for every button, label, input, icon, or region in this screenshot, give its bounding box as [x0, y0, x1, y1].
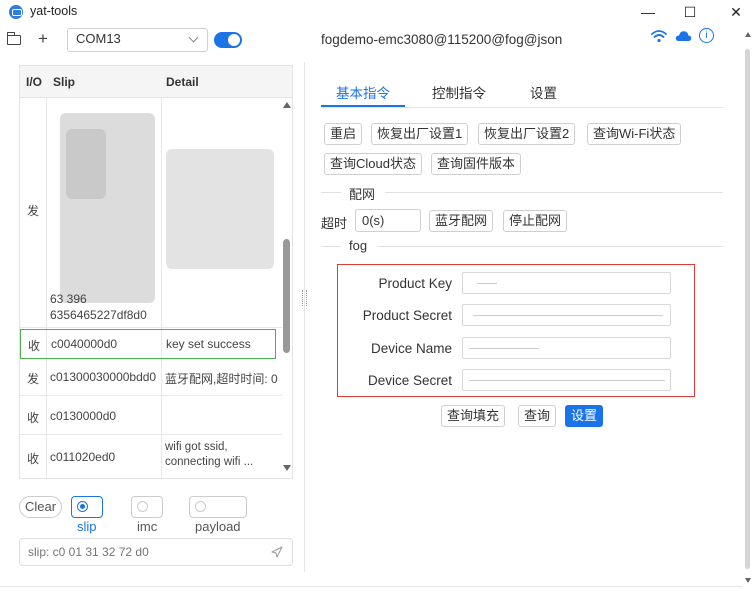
reboot-button[interactable]: 重启 [324, 123, 363, 145]
filter-imc-label: imc [137, 519, 158, 534]
blurred-content [66, 129, 106, 199]
row-detail: key set success [166, 337, 251, 351]
panel-splitter[interactable] [304, 62, 305, 572]
scroll-down-icon[interactable] [745, 578, 751, 583]
add-icon[interactable]: + [38, 29, 48, 49]
scroll-down-icon[interactable] [283, 465, 291, 471]
row-detail: 蓝牙配网,超时时间: 0 [165, 372, 278, 386]
device-secret-label: Device Secret [367, 373, 452, 388]
scroll-thumb[interactable] [283, 239, 290, 353]
filter-payload-label: payload [195, 519, 241, 534]
table-row-highlighted[interactable]: 收 c0040000d0 key set success [20, 329, 276, 359]
row-slip: 63 396 6356465227df8d0 [50, 292, 147, 322]
scroll-up-icon[interactable] [283, 102, 291, 108]
filter-imc[interactable]: imc [131, 496, 164, 534]
table-row[interactable]: 收 c0130000d0 [20, 397, 282, 435]
tab-settings[interactable]: 设置 [530, 82, 557, 102]
connect-toggle[interactable] [214, 32, 242, 48]
row-io: 发 [27, 372, 40, 386]
row-slip: c011020ed0 [50, 450, 116, 464]
tab-basic[interactable]: 基本指令 [336, 82, 390, 102]
splitter-grip-icon[interactable] [302, 290, 307, 306]
send-icon[interactable] [271, 546, 283, 558]
info-icon[interactable]: i [699, 28, 714, 43]
window-title: yat-tools [30, 4, 78, 18]
radio-icon [195, 501, 206, 512]
filter-slip-label: slip [77, 519, 97, 534]
timeout-label: 超时 [321, 216, 348, 231]
bottom-divider [0, 586, 742, 587]
fog-section-divider: fog [321, 238, 723, 253]
filter-payload[interactable]: payload [189, 496, 247, 534]
query-wifi-button[interactable]: 查询Wi-Fi状态 [587, 123, 682, 145]
network-section-divider: 配网 [321, 185, 723, 202]
scroll-thumb[interactable] [745, 49, 750, 569]
row-slip: c01300030000bdd0 [50, 370, 157, 384]
device-name-label: Device Name [370, 341, 452, 356]
table-row[interactable]: 发 c01300030000bdd0 蓝牙配网,超时时间: 0 [20, 360, 282, 396]
factory-reset-2-button[interactable]: 恢复出厂设置2 [478, 123, 576, 145]
table-row[interactable]: 收 c011020ed0 wifi got ssid, connecting w… [20, 436, 282, 478]
ble-provision-button[interactable]: 蓝牙配网 [429, 210, 494, 232]
fog-section-title: fog [349, 238, 368, 253]
minimize-button[interactable]: — [628, 1, 668, 23]
filter-slip[interactable]: slip [71, 496, 103, 534]
tab-bar: 基本指令 控制指令 设置 [321, 78, 723, 108]
factory-reset-1-button[interactable]: 恢复出厂设置1 [371, 123, 469, 145]
query-button[interactable]: 查询 [518, 405, 557, 427]
maximize-button[interactable]: ☐ [670, 1, 710, 23]
row-slip: c0130000d0 [50, 409, 117, 423]
header-slip: Slip [53, 75, 76, 89]
send-input[interactable] [19, 538, 293, 566]
device-id: fogdemo-emc3080@115200@fog@json [321, 32, 563, 47]
row-detail: wifi got ssid, connecting wifi ... [165, 441, 254, 468]
radio-selected-icon [77, 501, 88, 512]
port-select[interactable]: COM13 [67, 28, 208, 52]
toolbar: + COM13 fogdemo-emc3080@115200@fog@json … [0, 24, 752, 56]
row-io: 收 [27, 452, 40, 466]
network-section-title: 配网 [349, 187, 376, 202]
log-table: I/O Slip Detail 发 63 396 6356465227df8d0… [19, 65, 293, 479]
product-secret-input[interactable] [462, 304, 671, 326]
clear-button[interactable]: Clear [19, 496, 63, 518]
timeout-input[interactable] [355, 209, 421, 232]
wifi-icon [651, 30, 667, 43]
stop-provision-button[interactable]: 停止配网 [503, 210, 568, 232]
product-secret-label: Product Secret [362, 308, 452, 323]
log-scrollbar[interactable] [282, 99, 292, 477]
tab-control[interactable]: 控制指令 [432, 82, 486, 102]
port-select-value: COM13 [76, 31, 121, 46]
device-secret-input[interactable] [462, 369, 671, 391]
device-name-input[interactable] [462, 337, 671, 359]
tab-indicator [321, 105, 405, 107]
product-key-input[interactable] [462, 272, 671, 294]
header-detail: Detail [166, 75, 199, 89]
app-logo-icon [9, 5, 23, 19]
query-firmware-button[interactable]: 查询固件版本 [431, 153, 522, 175]
table-row[interactable]: 发 63 396 6356465227df8d0 [20, 99, 282, 328]
row-io: 收 [28, 339, 41, 353]
folder-icon[interactable] [6, 32, 21, 45]
radio-icon [137, 501, 148, 512]
blurred-content [166, 149, 274, 269]
log-table-header: I/O Slip Detail [20, 66, 292, 98]
cloud-icon [675, 31, 692, 41]
row-slip: c0040000d0 [51, 337, 118, 351]
header-io: I/O [26, 75, 43, 89]
row-io: 发 [27, 204, 40, 218]
query-cloud-button[interactable]: 查询Cloud状态 [324, 153, 422, 175]
scroll-up-icon[interactable] [745, 32, 751, 37]
query-fill-button[interactable]: 查询填充 [441, 405, 506, 427]
product-key-label: Product Key [378, 276, 452, 291]
window-scrollbar[interactable] [742, 24, 752, 591]
close-button[interactable]: ✕ [716, 1, 752, 23]
row-io: 收 [27, 411, 40, 425]
chevron-down-icon [188, 32, 199, 43]
set-button[interactable]: 设置 [565, 405, 604, 427]
title-bar: yat-tools — ☐ ✕ [0, 0, 752, 24]
